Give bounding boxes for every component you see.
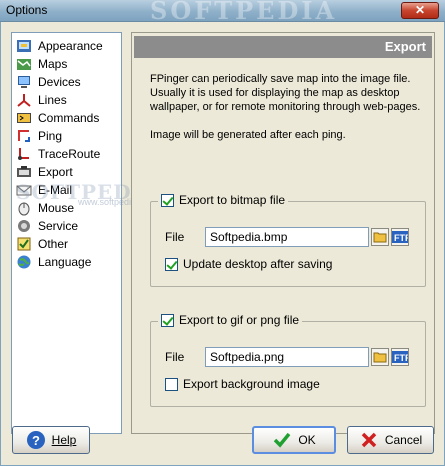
bitmap-export-toggle[interactable]: Export to bitmap file xyxy=(158,193,289,207)
help-button[interactable]: ? Help xyxy=(12,426,90,454)
sidebar-item-maps[interactable]: Maps xyxy=(12,55,121,73)
description-line: Usually it is used for displaying the ma… xyxy=(150,87,400,99)
folder-icon xyxy=(373,352,387,363)
sidebar-item-label: Appearance xyxy=(38,39,103,53)
sidebar-item-label: Maps xyxy=(38,57,68,71)
traceroute-icon xyxy=(16,146,32,162)
devices-icon xyxy=(16,74,32,90)
bitmap-file-input[interactable]: Softpedia.bmp xyxy=(205,227,369,247)
commands-icon xyxy=(16,110,32,126)
svg-text:FTP: FTP xyxy=(394,353,408,363)
update-desktop-toggle[interactable]: Update desktop after saving xyxy=(165,257,332,271)
gif-export-toggle[interactable]: Export to gif or png file xyxy=(158,313,303,327)
window-title: Options xyxy=(6,3,48,17)
export-icon xyxy=(16,164,32,180)
sidebar-item-label: Service xyxy=(38,219,79,233)
gif-export-checkbox[interactable] xyxy=(161,313,174,327)
update-desktop-checkbox[interactable] xyxy=(165,257,178,271)
maps-icon xyxy=(16,56,32,72)
sidebar-item-lines[interactable]: Lines xyxy=(12,91,121,109)
sidebar-item-language[interactable]: Language xyxy=(12,253,121,271)
sidebar-item-label: Other xyxy=(38,237,69,251)
sidebar-item-service[interactable]: Service xyxy=(12,217,121,235)
cross-icon xyxy=(359,430,379,450)
export-panel: Export FPinger can periodically save map… xyxy=(131,32,435,434)
update-desktop-label: Update desktop after saving xyxy=(183,257,333,271)
gif-file-input[interactable]: Softpedia.png xyxy=(205,347,369,367)
sidebar-item-ping[interactable]: Ping xyxy=(12,127,121,145)
sidebar-item-other[interactable]: Other xyxy=(12,235,121,253)
lines-icon xyxy=(16,92,32,108)
description-line: Image will be generated after each ping. xyxy=(150,129,346,141)
bitmap-export-label: Export to bitmap file xyxy=(179,193,286,207)
sidebar-item-devices[interactable]: Devices xyxy=(12,73,121,91)
checkmark-icon xyxy=(272,430,292,450)
description-line: wallpaper, or for remote monitoring thro… xyxy=(150,101,421,113)
bitmap-export-group: Export to bitmap file File Softpedia.bmp… xyxy=(150,193,426,287)
cancel-label: Cancel xyxy=(384,433,423,447)
help-icon: ? xyxy=(26,430,46,450)
ok-button[interactable]: OK xyxy=(252,426,336,454)
appearance-icon xyxy=(16,38,32,54)
sidebar-item-label: Lines xyxy=(38,93,67,107)
bitmap-export-checkbox[interactable] xyxy=(161,193,174,207)
browse-folder-button[interactable] xyxy=(371,348,389,366)
svg-text:FTP: FTP xyxy=(394,233,408,243)
ftp-button[interactable]: FTP xyxy=(391,228,409,246)
gif-export-group: Export to gif or png file File Softpedia… xyxy=(150,313,426,407)
cancel-button[interactable]: Cancel xyxy=(347,426,434,454)
close-button[interactable]: ✕ xyxy=(401,2,439,19)
category-list[interactable]: Appearance Maps Devices Lines Commands P… xyxy=(11,32,157,434)
ftp-icon: FTP xyxy=(392,231,408,243)
ok-label: OK xyxy=(298,433,316,447)
panel-header: Export xyxy=(134,36,432,58)
sidebar-item-label: Commands xyxy=(38,111,100,125)
sidebar-item-label: Ping xyxy=(38,129,63,143)
background-image-label: Export background image xyxy=(183,377,320,391)
sidebar-item-label: TraceRoute xyxy=(38,147,101,161)
ping-icon xyxy=(16,128,32,144)
sidebar-item-label: Export xyxy=(38,165,73,179)
service-icon xyxy=(16,218,32,234)
options-client: Appearance Maps Devices Lines Commands P… xyxy=(0,22,445,466)
sidebar-item-label: Language xyxy=(38,255,92,269)
description-line: FPinger can periodically save map into t… xyxy=(150,73,411,85)
folder-icon xyxy=(373,232,387,243)
ftp-button[interactable]: FTP xyxy=(391,348,409,366)
export-description: FPinger can periodically save map into t… xyxy=(150,72,430,142)
bitmap-file-label: File xyxy=(165,230,185,244)
title-bar[interactable]: Options SOFTPEDIA ✕ xyxy=(0,0,445,25)
language-icon xyxy=(16,254,32,270)
sidebar-item-label: Devices xyxy=(38,75,81,89)
gif-export-label: Export to gif or png file xyxy=(179,313,300,327)
sidebar-item-commands[interactable]: Commands xyxy=(12,109,121,127)
sidebar-item-traceroute[interactable]: TraceRoute xyxy=(12,145,121,163)
background-image-checkbox[interactable] xyxy=(165,377,178,391)
sidebar-item-export[interactable]: Export xyxy=(12,163,121,181)
other-icon xyxy=(16,236,32,252)
help-label: Help xyxy=(51,433,77,447)
gif-file-label: File xyxy=(165,350,185,364)
browse-folder-button[interactable] xyxy=(371,228,389,246)
svg-text:?: ? xyxy=(32,433,40,448)
ftp-icon: FTP xyxy=(392,351,408,363)
background-image-toggle[interactable]: Export background image xyxy=(165,377,320,391)
sidebar-item-appearance[interactable]: Appearance xyxy=(12,37,121,55)
